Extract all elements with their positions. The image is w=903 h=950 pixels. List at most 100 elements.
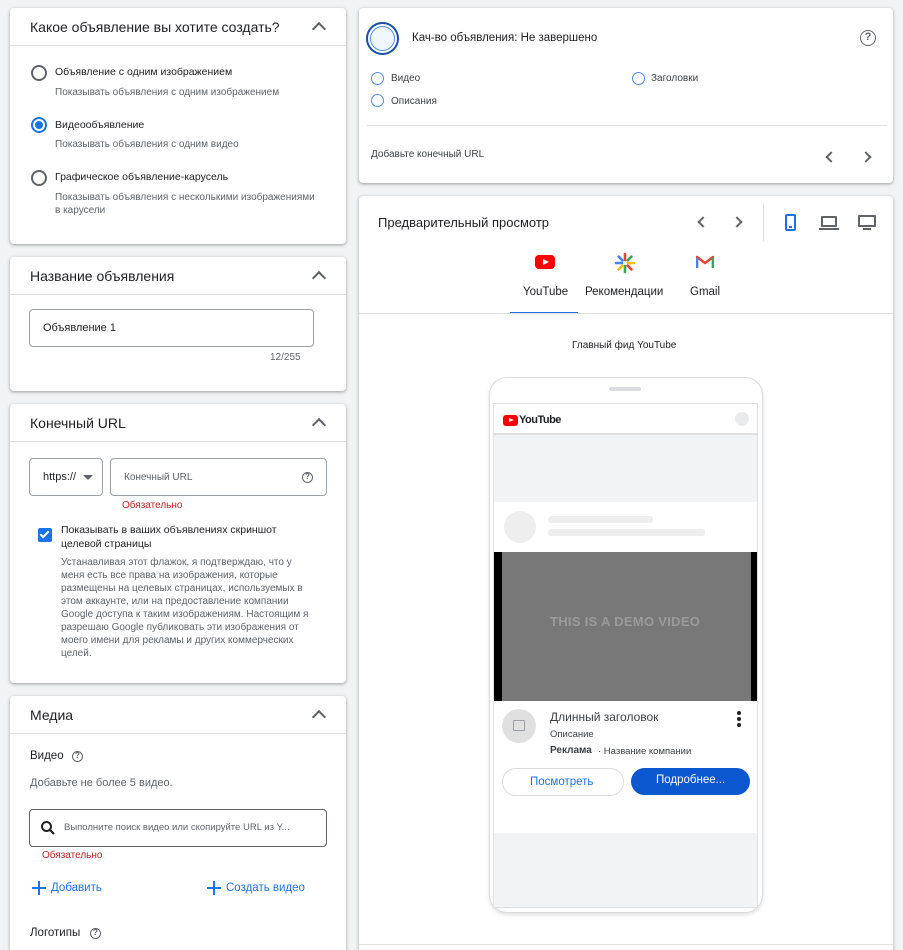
feed-label: Главный фид YouTube bbox=[572, 340, 677, 351]
preview-bottom-divider bbox=[359, 944, 893, 945]
tab-label: Gmail bbox=[690, 286, 721, 298]
media-card: Медиа Видео ? Добавьте не более 5 видео.… bbox=[10, 696, 346, 950]
phone-speaker bbox=[609, 387, 641, 391]
gmail-icon bbox=[696, 255, 714, 268]
protocol-select[interactable]: https:// bbox=[29, 458, 103, 496]
demo-video-player[interactable]: THIS IS A DEMO VIDEO bbox=[494, 552, 757, 701]
ad-name-input[interactable]: Объявление 1 bbox=[29, 309, 314, 347]
prev-arrow-icon[interactable] bbox=[825, 151, 837, 163]
ad-type-header[interactable]: Какое объявление вы хотите создать? bbox=[10, 8, 346, 46]
youtube-icon bbox=[535, 255, 555, 269]
more-vert-icon[interactable] bbox=[737, 711, 741, 727]
logos-label: Логотипы bbox=[30, 927, 81, 939]
option-desc-cont: в карусели bbox=[55, 205, 106, 216]
dropdown-arrow-icon bbox=[83, 475, 93, 480]
quality-item-status bbox=[371, 72, 384, 85]
chevron-up-icon[interactable] bbox=[312, 708, 326, 722]
ad-name-card: Название объявления Объявление 1 12/255 bbox=[10, 257, 346, 391]
create-video-label: Создать видео bbox=[226, 882, 305, 894]
protocol-value: https:// bbox=[43, 471, 77, 483]
quality-item-descriptions: Описания bbox=[391, 96, 437, 107]
media-title: Медиа bbox=[30, 706, 74, 723]
chevron-up-icon[interactable] bbox=[312, 269, 326, 283]
quality-hint: Добавьте конечный URL bbox=[371, 149, 485, 160]
plus-icon bbox=[32, 881, 46, 895]
phone-screen: YouTube THIS IS A DEMO VIDEO Длинный заг… bbox=[493, 403, 758, 908]
prev-arrow-icon[interactable] bbox=[697, 216, 709, 228]
ad-badge: Реклама bbox=[550, 745, 592, 756]
ad-company: · Название компании bbox=[598, 746, 692, 757]
radio-video-ad[interactable] bbox=[31, 117, 47, 133]
plus-icon bbox=[207, 881, 221, 895]
checkbox-label[interactable]: Показывать в ваших объявлениях скриншот bbox=[61, 524, 277, 536]
next-arrow-icon[interactable] bbox=[731, 216, 743, 228]
ad-info-block: Длинный заголовок Описание Реклама · Наз… bbox=[494, 701, 757, 833]
add-video-label: Добавить bbox=[51, 882, 102, 894]
video-hint: Добавьте не более 5 видео. bbox=[30, 777, 173, 789]
quality-item-video: Видео bbox=[391, 73, 421, 84]
ad-name-value: Объявление 1 bbox=[43, 322, 116, 334]
option-desc: Показывать объявления с одним изображени… bbox=[55, 87, 280, 98]
screenshot-checkbox[interactable] bbox=[38, 528, 52, 542]
media-header[interactable]: Медиа bbox=[10, 696, 346, 734]
tab-label: Рекомендации bbox=[585, 286, 664, 298]
help-icon[interactable]: ? bbox=[90, 928, 101, 939]
learn-more-button[interactable]: Подробнее... bbox=[631, 768, 750, 795]
ad-headline: Длинный заголовок bbox=[550, 710, 659, 724]
discover-star-icon bbox=[614, 252, 636, 274]
account-avatar bbox=[735, 412, 749, 426]
tab-label: YouTube bbox=[523, 286, 569, 298]
next-arrow-icon[interactable] bbox=[860, 151, 872, 163]
mobile-device-icon[interactable] bbox=[785, 214, 796, 231]
quality-item-headlines: Заголовки bbox=[651, 73, 699, 84]
option-desc: Показывать объявления с одним видео bbox=[55, 139, 239, 150]
option-label[interactable]: Объявление с одним изображением bbox=[55, 66, 232, 78]
disclaimer-line: меня есть все права на изображения, кото… bbox=[61, 570, 278, 581]
option-desc: Показывать объявления с несколькими изоб… bbox=[55, 192, 315, 203]
search-icon bbox=[41, 821, 55, 835]
required-error: Обязательно bbox=[122, 500, 183, 511]
ad-quality-card: Кач-во объявления: Не завершено ? Видео … bbox=[359, 8, 893, 183]
radio-carousel[interactable] bbox=[31, 170, 47, 186]
video-search-input[interactable]: Выполните поиск видео или скопируйте URL… bbox=[29, 809, 327, 847]
ad-name-title: Название объявления bbox=[30, 267, 175, 284]
checkbox-label-cont[interactable]: целевой страницы bbox=[61, 538, 151, 550]
disclaimer-line: целей. bbox=[61, 648, 92, 659]
preview-card: Предварительный просмотр YouTube Рекомен… bbox=[359, 196, 893, 950]
tab-recommendations[interactable]: Рекомендации bbox=[581, 248, 671, 314]
ad-type-title: Какое объявление вы хотите создать? bbox=[30, 18, 280, 35]
option-label[interactable]: Видеообъявление bbox=[55, 119, 144, 131]
char-counter: 12/255 bbox=[270, 352, 301, 363]
chevron-up-icon[interactable] bbox=[312, 416, 326, 430]
video-search-placeholder: Выполните поиск видео или скопируйте URL… bbox=[64, 822, 290, 833]
help-icon[interactable]: ? bbox=[860, 30, 876, 46]
ad-thumbnail bbox=[502, 709, 536, 743]
watch-button[interactable]: Посмотреть bbox=[502, 768, 624, 796]
disclaimer-text: Устанавливая этот флажок, я подтверждаю,… bbox=[61, 556, 336, 660]
disclaimer-line: Google доступа к таким изображениям. Нас… bbox=[61, 609, 309, 620]
quality-item-status bbox=[632, 72, 645, 85]
final-url-card: Конечный URL https:// Конечный URL ? Обя… bbox=[10, 404, 346, 683]
ad-name-header[interactable]: Название объявления bbox=[10, 257, 346, 295]
tab-gmail[interactable]: Gmail bbox=[681, 248, 731, 314]
desktop-device-icon[interactable] bbox=[858, 215, 876, 231]
preview-title: Предварительный просмотр bbox=[378, 215, 550, 230]
final-url-input[interactable]: Конечный URL ? bbox=[110, 458, 327, 496]
image-icon bbox=[513, 720, 525, 731]
disclaimer-line: Устанавливая этот флажок, я подтверждаю,… bbox=[61, 557, 292, 568]
help-icon[interactable]: ? bbox=[302, 472, 313, 483]
radio-single-image[interactable] bbox=[31, 65, 47, 81]
youtube-logo-icon bbox=[503, 415, 518, 426]
disclaimer-line: размещены на целевых страницах, использу… bbox=[61, 583, 303, 594]
check-icon bbox=[39, 528, 50, 539]
tab-youtube[interactable]: YouTube bbox=[510, 248, 578, 314]
video-label: Видео bbox=[30, 750, 64, 762]
help-icon[interactable]: ? bbox=[72, 751, 83, 762]
ad-type-card: Какое объявление вы хотите создать? Объя… bbox=[10, 8, 346, 244]
chevron-up-icon[interactable] bbox=[312, 20, 326, 34]
option-label[interactable]: Графическое объявление-карусель bbox=[55, 171, 228, 183]
learn-more-button-label: Подробнее... bbox=[656, 774, 726, 786]
feed-placeholder bbox=[494, 502, 757, 552]
final-url-header[interactable]: Конечный URL bbox=[10, 404, 346, 442]
laptop-device-icon[interactable] bbox=[819, 216, 839, 231]
